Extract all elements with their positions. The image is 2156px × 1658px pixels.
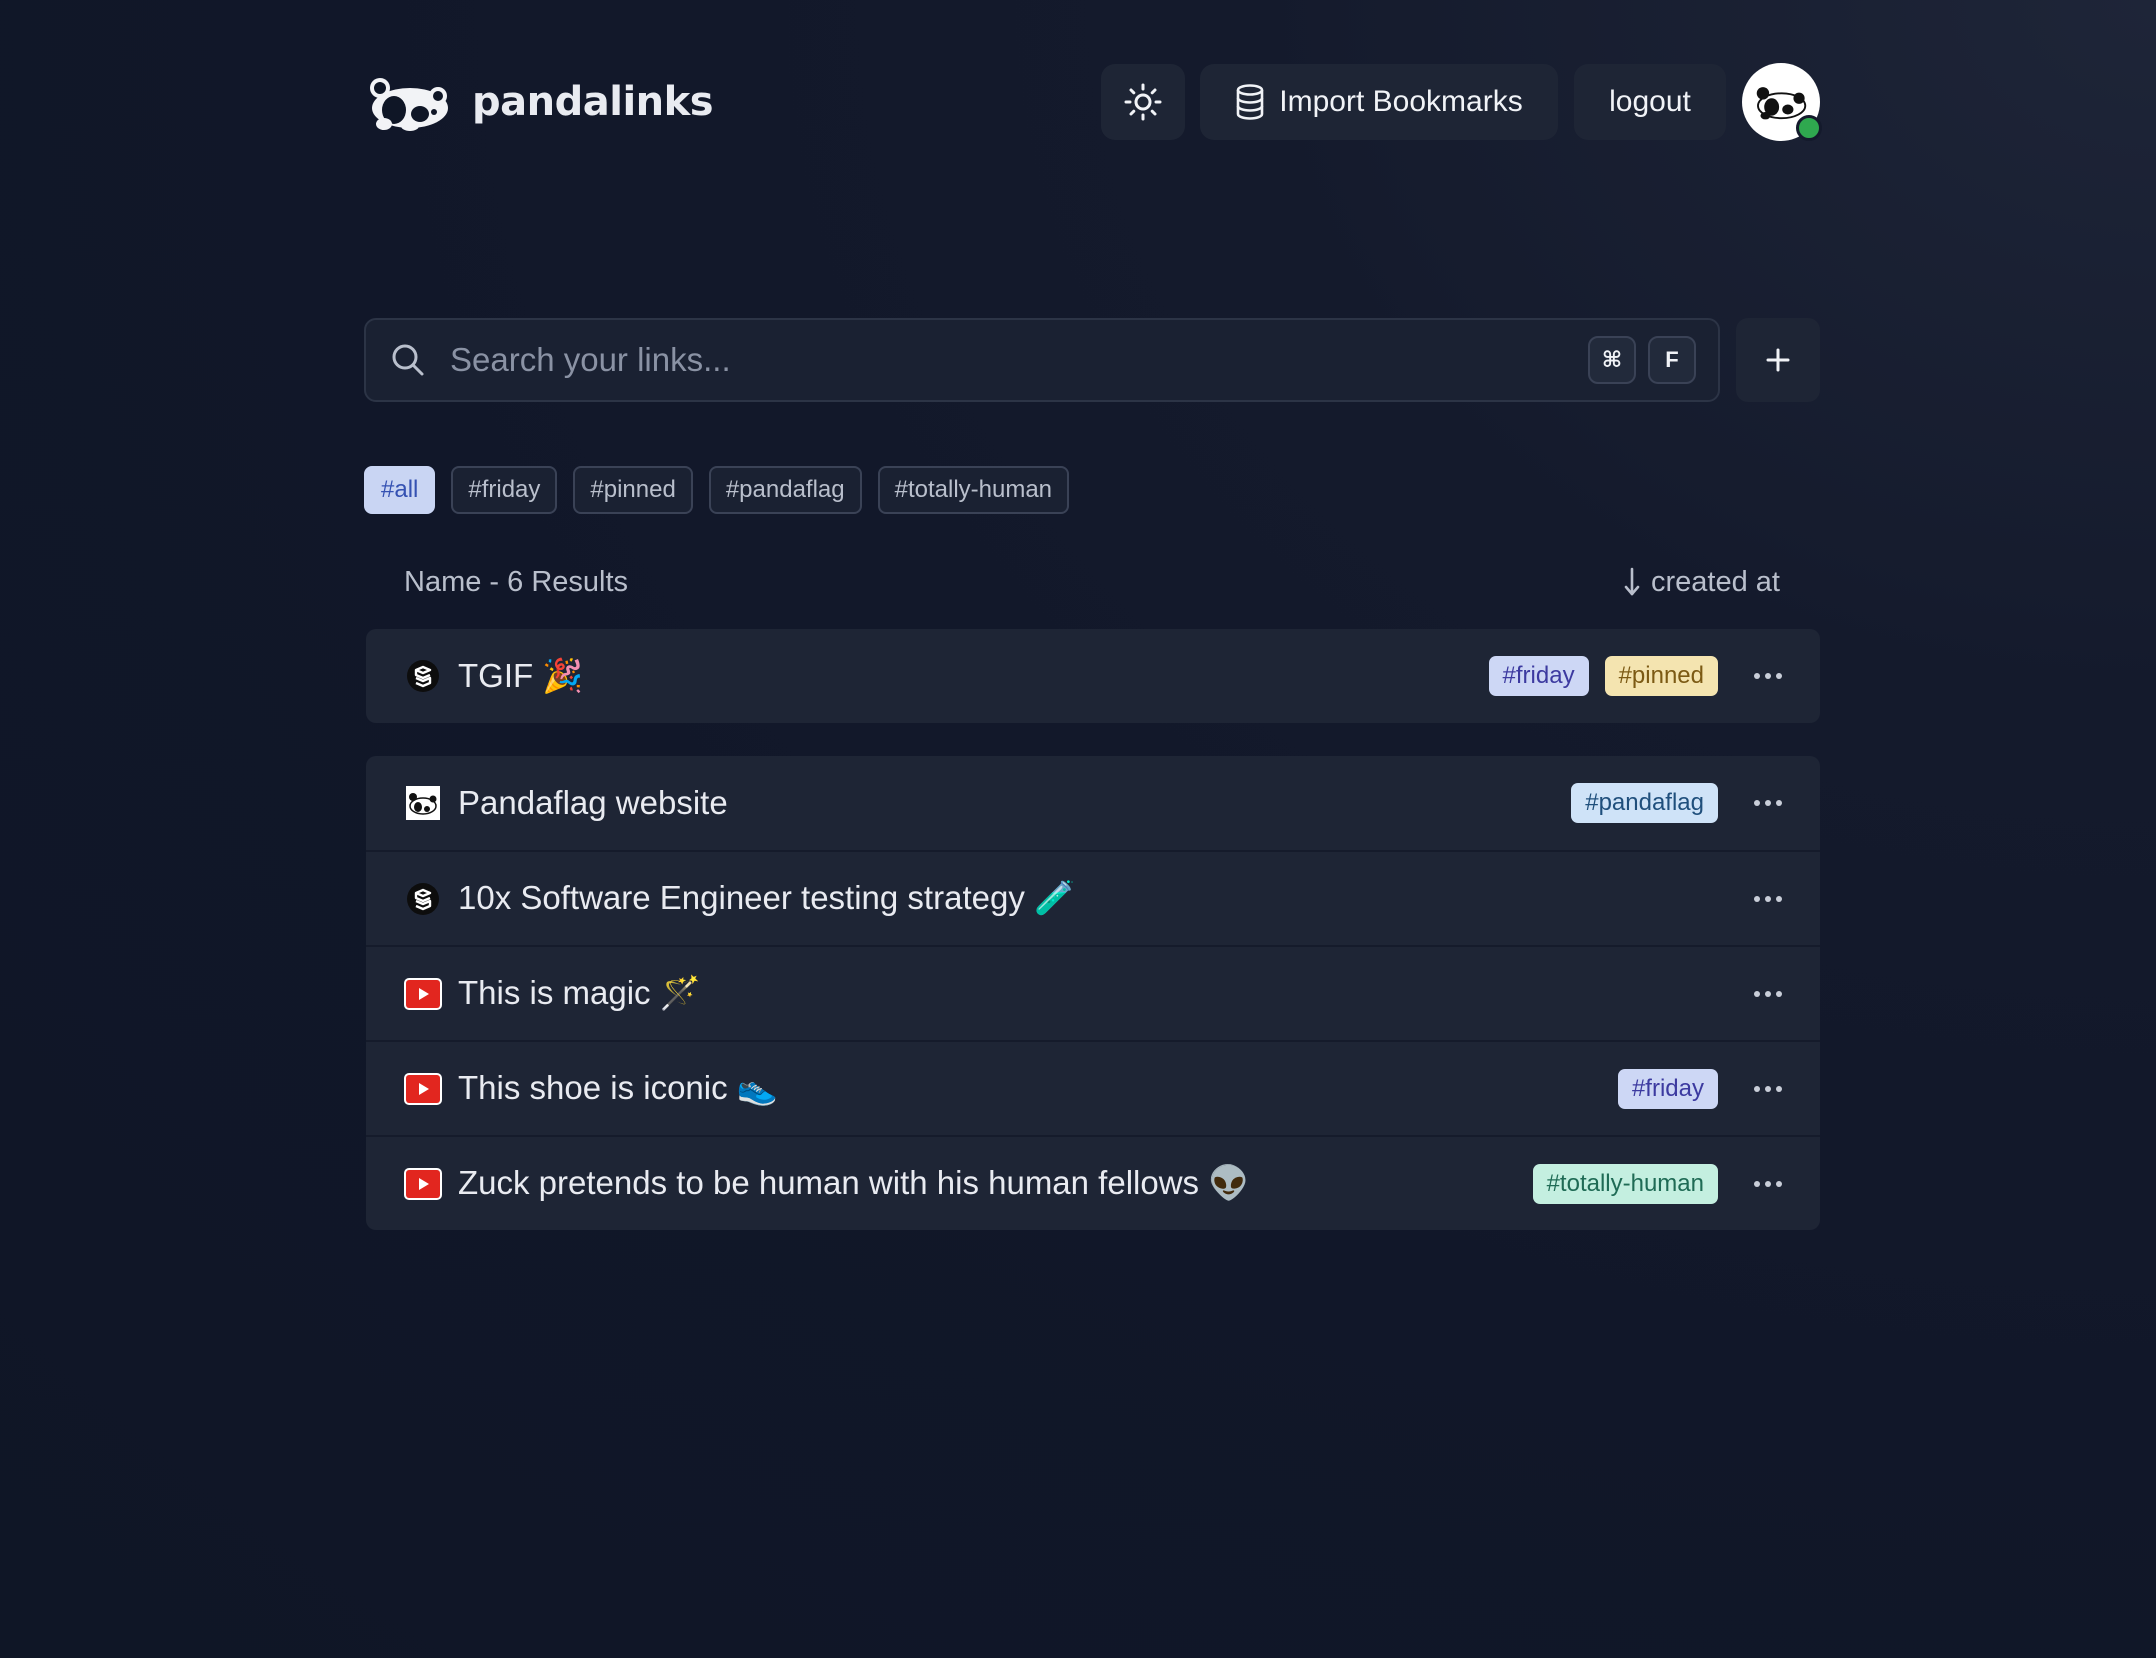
- panda-logo-icon: [370, 77, 448, 131]
- search-box[interactable]: ⌘ F: [364, 318, 1720, 402]
- results-header: Name - 6 Results created at: [404, 558, 1780, 606]
- youtube-icon: [406, 1167, 440, 1201]
- link-title: This is magic 🪄: [458, 974, 701, 1011]
- shortcut-key-f: F: [1648, 336, 1696, 384]
- header-actions: Import Bookmarks logout: [1101, 62, 1822, 141]
- more-options-icon[interactable]: [1750, 658, 1786, 694]
- tag-filter-friday[interactable]: #friday: [451, 466, 558, 514]
- link-tags: #totally-human: [1517, 1163, 1718, 1204]
- link-row[interactable]: Zuck pretends to be human with his human…: [366, 1135, 1820, 1230]
- import-bookmarks-button[interactable]: Import Bookmarks: [1200, 63, 1558, 140]
- tag-badge-pandaflag[interactable]: #pandaflag: [1571, 783, 1718, 823]
- link-row[interactable]: Pandaflag website #pandaflag: [366, 756, 1820, 850]
- youtube-icon: [406, 1072, 440, 1106]
- plus-icon: [1766, 348, 1790, 372]
- tag-filter-pandaflag[interactable]: #pandaflag: [708, 466, 862, 514]
- database-icon: [1235, 83, 1265, 120]
- brand[interactable]: pandalinks: [364, 63, 714, 140]
- link-row[interactable]: 10x Software Engineer testing strategy 🧪: [366, 850, 1820, 945]
- link-tags: #friday: [1602, 1068, 1718, 1109]
- more-options-icon[interactable]: [1750, 976, 1786, 1012]
- add-link-button[interactable]: [1736, 318, 1820, 402]
- results-summary: Name - 6 Results: [404, 565, 629, 598]
- link-title: Pandaflag website: [458, 784, 728, 821]
- logout-button[interactable]: logout: [1574, 63, 1726, 140]
- link-row[interactable]: This is magic 🪄: [366, 945, 1820, 1040]
- tag-badge-totally-human[interactable]: #totally-human: [1532, 1163, 1718, 1204]
- link-tags: #friday #pinned: [1473, 656, 1718, 696]
- link-row[interactable]: TGIF 🎉 #friday #pinned: [366, 629, 1820, 723]
- pinned-links-list: TGIF 🎉 #friday #pinned: [366, 629, 1820, 723]
- more-options-icon[interactable]: [1750, 1071, 1786, 1107]
- link-row[interactable]: This shoe is iconic 👟 #friday: [366, 1040, 1820, 1135]
- link-title: TGIF 🎉: [458, 656, 584, 694]
- panda-avatar-icon: [1756, 86, 1807, 119]
- search-input[interactable]: [448, 340, 1588, 380]
- more-options-icon[interactable]: [1750, 881, 1786, 917]
- tag-filter-pinned[interactable]: #pinned: [573, 466, 693, 514]
- brand-name: pandalinks: [472, 78, 714, 125]
- theme-toggle-button[interactable]: [1101, 63, 1185, 140]
- link-tags: #pandaflag: [1555, 783, 1718, 823]
- link-title: Zuck pretends to be human with his human…: [458, 1164, 1250, 1201]
- tag-badge-pinned[interactable]: #pinned: [1604, 656, 1718, 696]
- sort-label: created at: [1651, 565, 1780, 598]
- tag-filters: #all #friday #pinned #pandaflag #totally…: [364, 466, 1085, 514]
- header: pandalinks Import Bookmarks logout: [364, 62, 1822, 141]
- logout-label: logout: [1609, 84, 1691, 118]
- link-title: This shoe is iconic 👟: [458, 1069, 778, 1106]
- tag-badge-friday[interactable]: #friday: [1617, 1068, 1718, 1109]
- import-bookmarks-label: Import Bookmarks: [1279, 84, 1523, 118]
- sun-icon: [1124, 83, 1162, 120]
- online-status-dot: [1796, 114, 1822, 141]
- avatar[interactable]: [1742, 62, 1822, 141]
- link-title: 10x Software Engineer testing strategy 🧪: [458, 879, 1076, 916]
- codesandbox-icon: [406, 659, 440, 693]
- arrow-down-icon: [1623, 566, 1641, 598]
- panda-favicon-icon: [406, 786, 440, 820]
- links-list: Pandaflag website #pandaflag 10x Softwar…: [366, 756, 1820, 1230]
- search-icon: [390, 342, 426, 378]
- youtube-icon: [406, 977, 440, 1011]
- tag-badge-friday[interactable]: #friday: [1488, 656, 1589, 696]
- shortcut-key-cmd: ⌘: [1588, 336, 1636, 384]
- tag-filter-all[interactable]: #all: [364, 466, 436, 514]
- sort-toggle[interactable]: created at: [1623, 566, 1780, 599]
- codesandbox-icon: [406, 882, 440, 916]
- more-options-icon[interactable]: [1750, 785, 1786, 821]
- more-options-icon[interactable]: [1750, 1166, 1786, 1202]
- search-row: ⌘ F: [364, 318, 1820, 402]
- tag-filter-totally-human[interactable]: #totally-human: [877, 466, 1070, 514]
